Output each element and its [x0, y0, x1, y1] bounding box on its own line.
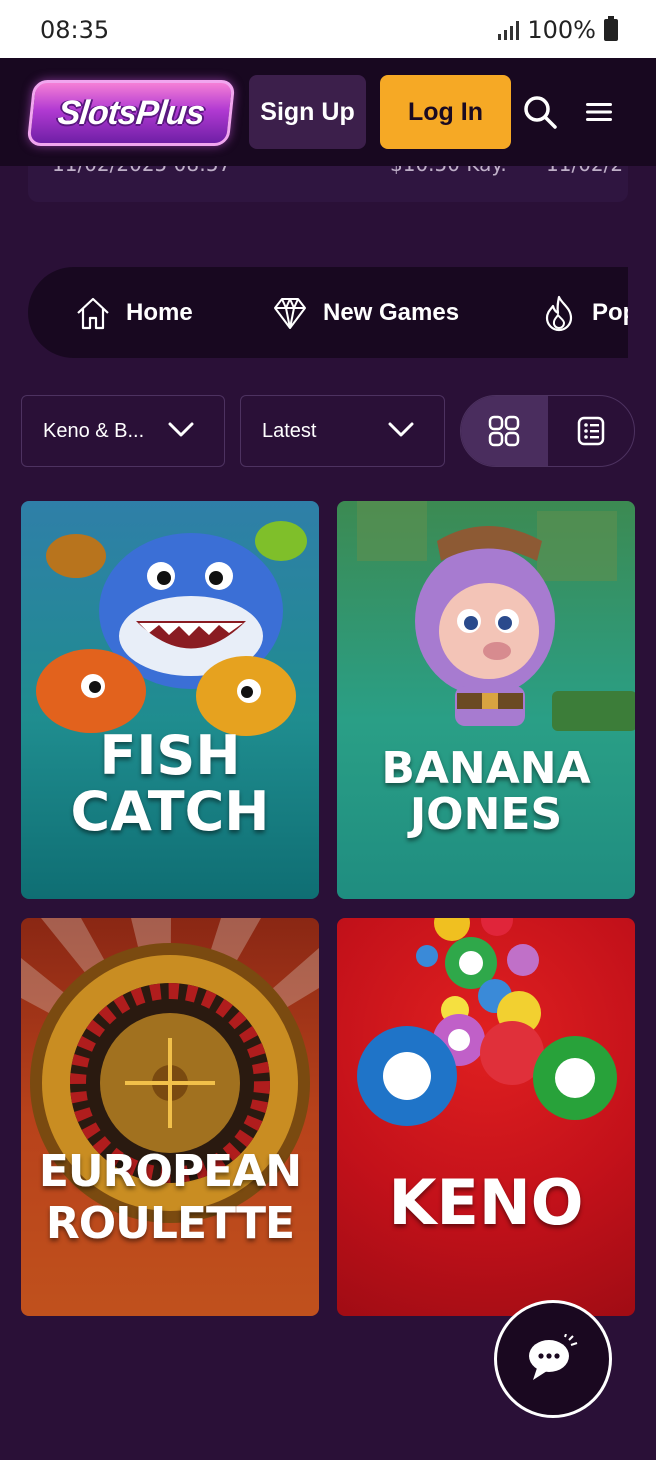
- game-title-line2: JONES: [409, 789, 563, 840]
- slotsplus-logo[interactable]: SlotsPlus: [26, 80, 236, 146]
- sort-select[interactable]: Latest: [240, 395, 445, 467]
- status-bar: 08:35 100%: [0, 0, 656, 58]
- category-filter-value: Keno & B...: [43, 419, 145, 442]
- list-view-icon: [577, 416, 604, 446]
- sign-up-button[interactable]: Sign Up: [249, 75, 366, 149]
- game-title-line2: CATCH: [70, 780, 270, 843]
- status-time: 08:35: [40, 16, 110, 44]
- game-title-line1: BANANA: [381, 743, 591, 794]
- site-header: SlotsPlus Sign Up Log In: [0, 58, 656, 166]
- log-in-button[interactable]: Log In: [380, 75, 511, 149]
- category-filter-select[interactable]: Keno & B...: [21, 395, 225, 467]
- sort-value: Latest: [262, 419, 317, 442]
- european-roulette-artwork: [21, 918, 319, 1223]
- list-view-button[interactable]: [548, 396, 635, 466]
- nav-item-new-games[interactable]: New Games: [271, 267, 459, 358]
- game-title-line2: ROULETTE: [45, 1198, 295, 1249]
- battery-percent: 100%: [527, 16, 596, 44]
- game-title-line1: EUROPEAN: [38, 1146, 302, 1197]
- chevron-down-icon: [388, 422, 414, 437]
- view-mode-toggle: [460, 395, 635, 467]
- nav-item-label: Pop: [592, 298, 628, 326]
- game-card-keno[interactable]: KENO: [337, 918, 635, 1316]
- chevron-down-icon: [168, 422, 194, 437]
- home-icon: [77, 297, 109, 329]
- logo-text: SlotsPlus: [56, 93, 207, 132]
- grid-view-icon: [489, 415, 520, 447]
- game-card-fish-catch[interactable]: FISH CATCH: [21, 501, 319, 899]
- status-indicators: 100%: [498, 16, 618, 44]
- nav-item-popular[interactable]: Pop: [540, 267, 628, 358]
- keno-artwork: [357, 918, 617, 1126]
- nav-item-label: Home: [126, 298, 193, 326]
- diamond-icon: [274, 297, 306, 329]
- hamburger-menu-icon[interactable]: [584, 98, 614, 126]
- chat-bubble-icon: [529, 1334, 578, 1380]
- battery-icon: [604, 16, 618, 41]
- game-card-banana-jones[interactable]: BANANA JONES: [337, 501, 635, 899]
- search-icon[interactable]: [522, 94, 558, 130]
- live-chat-button[interactable]: [494, 1300, 612, 1418]
- signal-icon: [498, 20, 520, 40]
- nav-item-home[interactable]: Home: [74, 267, 193, 358]
- nav-item-label: New Games: [323, 298, 460, 326]
- flame-icon: [545, 295, 573, 331]
- grid-view-button[interactable]: [461, 396, 548, 466]
- category-nav: Home New Games Pop: [28, 267, 628, 358]
- game-title-line1: KENO: [388, 1166, 584, 1239]
- game-title-line1: FISH: [99, 724, 241, 787]
- game-card-european-roulette[interactable]: EUROPEAN ROULETTE: [21, 918, 319, 1316]
